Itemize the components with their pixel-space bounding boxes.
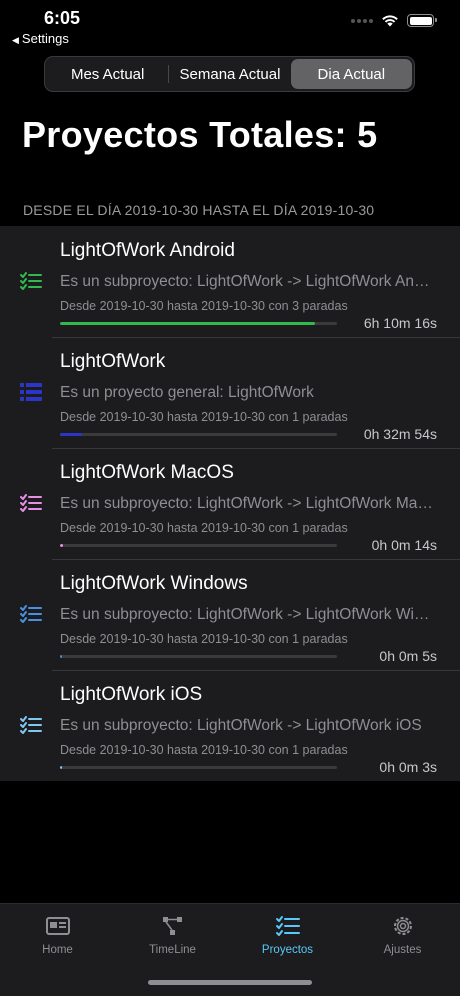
project-row-ios[interactable]: LightOfWork iOS Es un subproyecto: Light… [0, 670, 460, 781]
home-indicator [148, 980, 312, 985]
project-row-windows[interactable]: LightOfWork Windows Es un subproyecto: L… [0, 559, 460, 670]
segment-semana-actual[interactable]: Semana Actual [169, 59, 290, 89]
project-detail: Desde 2019-10-30 hasta 2019-10-30 con 1 … [60, 743, 348, 757]
status-time: 6:05 [44, 8, 81, 28]
checklist-icon [20, 716, 42, 734]
project-duration: 0h 0m 14s [371, 537, 437, 553]
list-icon [20, 383, 42, 401]
project-subtitle: Es un proyecto general: LightOfWork [60, 384, 314, 401]
back-label: Settings [21, 31, 69, 46]
date-range-label: DESDE EL DÍA 2019-10-30 HASTA EL DÍA 201… [23, 202, 375, 218]
project-title: LightOfWork Android [60, 240, 235, 261]
status-bar: 6:05 ◀ Settings [0, 0, 460, 48]
project-title: LightOfWork Windows [60, 573, 248, 594]
project-detail: Desde 2019-10-30 hasta 2019-10-30 con 3 … [60, 299, 348, 313]
signal-icon [351, 18, 373, 23]
period-segmented-control: Mes Actual Semana Actual Dia Actual [44, 56, 415, 92]
progress-bar [60, 655, 337, 658]
wifi-icon [382, 15, 398, 27]
progress-bar [60, 433, 337, 436]
project-duration: 0h 0m 3s [379, 759, 437, 775]
checklist-icon [20, 494, 42, 512]
gear-icon [393, 917, 412, 935]
progress-fill [60, 766, 62, 769]
progress-bar [60, 766, 337, 769]
project-duration: 0h 32m 54s [363, 426, 437, 442]
back-triangle-icon: ◀ [12, 35, 19, 45]
tab-label: Ajustes [383, 944, 422, 956]
progress-fill [60, 655, 63, 658]
tab-label: TimeLine [149, 944, 196, 956]
project-subtitle: Es un subproyecto: LightOfWork -> LightO… [60, 606, 438, 623]
project-list: LightOfWork Android Es un subproyecto: L… [0, 226, 460, 781]
project-subtitle: Es un subproyecto: LightOfWork -> LightO… [60, 273, 438, 290]
project-duration: 0h 0m 5s [379, 648, 437, 664]
tab-ajustes[interactable]: Ajustes [345, 904, 460, 966]
project-detail: Desde 2019-10-30 hasta 2019-10-30 con 1 … [60, 521, 348, 535]
segment-dia-actual[interactable]: Dia Actual [290, 59, 412, 89]
progress-bar [60, 322, 337, 325]
progress-fill [60, 322, 315, 325]
project-title: LightOfWork iOS [60, 684, 203, 705]
home-card-icon [45, 917, 70, 935]
back-to-settings-link[interactable]: ◀ Settings [12, 31, 69, 46]
progress-bar [60, 544, 337, 547]
project-row-general[interactable]: LightOfWork Es un proyecto general: Ligh… [0, 337, 460, 448]
checklist-icon [20, 272, 42, 290]
project-subtitle: Es un subproyecto: LightOfWork -> LightO… [60, 495, 438, 512]
project-duration: 6h 10m 16s [363, 315, 437, 331]
tab-home[interactable]: Home [0, 904, 115, 966]
project-title: LightOfWork MacOS [60, 462, 234, 483]
tab-label: Proyectos [261, 944, 314, 956]
battery-icon [407, 14, 437, 27]
project-subtitle: Es un subproyecto: LightOfWork -> LightO… [60, 717, 422, 734]
project-detail: Desde 2019-10-30 hasta 2019-10-30 con 1 … [60, 410, 348, 424]
progress-fill [60, 544, 64, 547]
timeline-icon [162, 917, 182, 935]
project-row-macos[interactable]: LightOfWork MacOS Es un subproyecto: Lig… [0, 448, 460, 559]
status-icons [351, 14, 437, 27]
progress-fill [60, 433, 83, 436]
tab-proyectos[interactable]: Proyectos [230, 904, 345, 966]
project-detail: Desde 2019-10-30 hasta 2019-10-30 con 1 … [60, 632, 348, 646]
project-title: LightOfWork [60, 351, 166, 372]
tab-timeline[interactable]: TimeLine [115, 904, 230, 966]
project-row-android[interactable]: LightOfWork Android Es un subproyecto: L… [0, 226, 460, 337]
page-title: Proyectos Totales: 5 [22, 114, 378, 155]
tab-label: Home [42, 944, 73, 956]
checklist-icon [20, 605, 42, 623]
checklist-icon [275, 916, 300, 936]
segment-mes-actual[interactable]: Mes Actual [47, 59, 168, 89]
